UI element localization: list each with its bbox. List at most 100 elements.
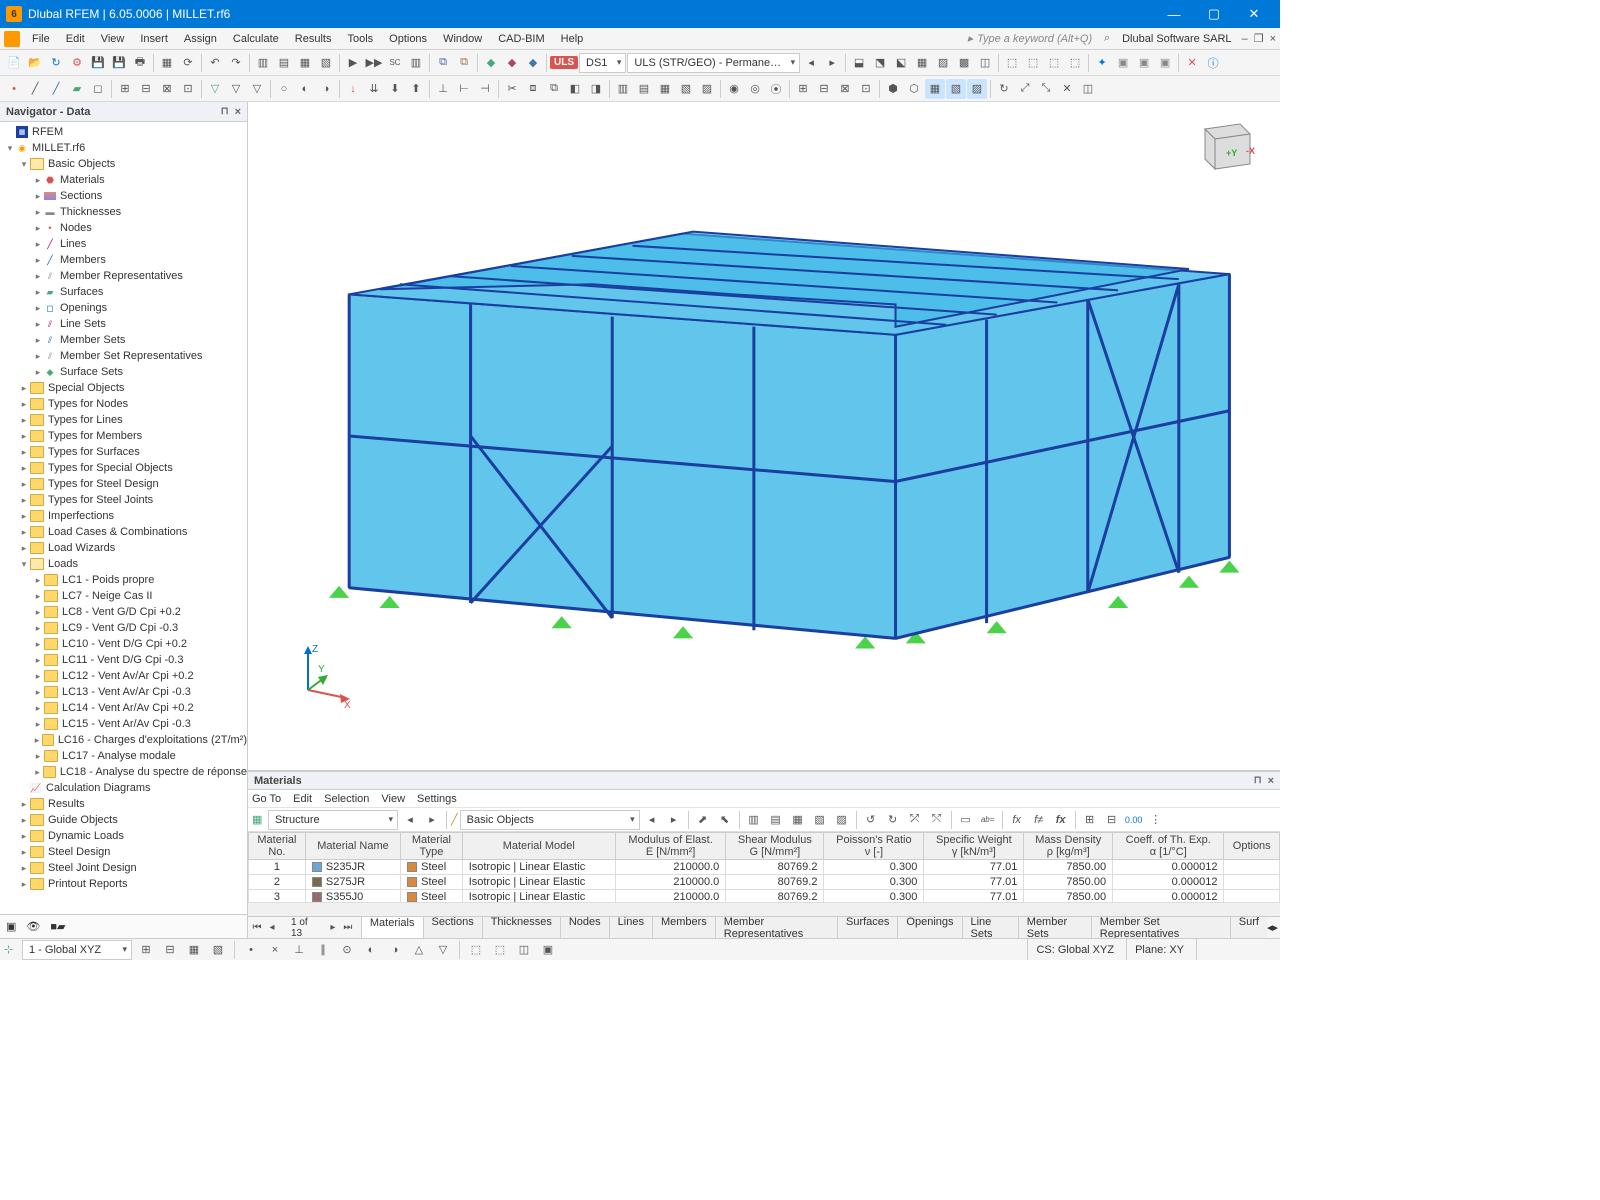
tb-undo[interactable]: ↶ bbox=[205, 53, 225, 73]
t2-grid-d[interactable]: ⊡ bbox=[856, 79, 876, 99]
tree-loads[interactable]: ▾Loads bbox=[0, 556, 247, 572]
tb-refresh[interactable]: ⟳ bbox=[178, 53, 198, 73]
close-button[interactable]: ✕ bbox=[1234, 0, 1274, 28]
menu-window[interactable]: Window bbox=[435, 31, 490, 47]
st-snap-9[interactable]: ▽ bbox=[433, 940, 453, 960]
tb-view-3[interactable]: ⬚ bbox=[1044, 53, 1064, 73]
tb-res-c[interactable]: ⬕ bbox=[891, 53, 911, 73]
mt-a[interactable]: ⬈ bbox=[693, 810, 713, 830]
tab-member-representatives[interactable]: Member Representatives bbox=[715, 916, 838, 938]
tb-panel-4[interactable]: ▧ bbox=[316, 53, 336, 73]
tree-basic-6[interactable]: ▸⫽Member Representatives bbox=[0, 268, 247, 284]
tree-basic-7[interactable]: ▸▰Surfaces bbox=[0, 284, 247, 300]
tree-lc-0[interactable]: ▸LC1 - Poids propre bbox=[0, 572, 247, 588]
tree-basic-0[interactable]: ▸⬣Materials bbox=[0, 172, 247, 188]
t2-hinge-2[interactable]: ◐ bbox=[295, 79, 315, 99]
st-e[interactable]: ⬚ bbox=[466, 940, 486, 960]
t2-vis-c[interactable]: ⦿ bbox=[766, 79, 786, 99]
col-header[interactable]: Options bbox=[1224, 833, 1280, 860]
t2-set-a[interactable]: ▥ bbox=[613, 79, 633, 99]
t2-grid-a[interactable]: ⊞ bbox=[793, 79, 813, 99]
mt-fx1[interactable]: fx bbox=[1007, 810, 1027, 830]
menu-results[interactable]: Results bbox=[287, 31, 340, 47]
tree-lc-12[interactable]: ▸LC18 - Analyse du spectre de réponse bbox=[0, 764, 247, 780]
tree-lc-2[interactable]: ▸LC8 - Vent G/D Cpi +0.2 bbox=[0, 604, 247, 620]
col-header[interactable]: MaterialType bbox=[401, 833, 463, 860]
tree-folder-0[interactable]: ▸Special Objects bbox=[0, 380, 247, 396]
cs-dropdown[interactable]: 1 - Global XYZ bbox=[22, 940, 132, 960]
tb-panel-1[interactable]: ▥ bbox=[253, 53, 273, 73]
tree-lc-5[interactable]: ▸LC11 - Vent D/G Cpi -0.3 bbox=[0, 652, 247, 668]
t2-a[interactable]: ⊞ bbox=[115, 79, 135, 99]
tb-recent[interactable]: ↻ bbox=[46, 53, 66, 73]
t2-grid-b[interactable]: ⊟ bbox=[814, 79, 834, 99]
mt-dec[interactable]: 0.00 bbox=[1124, 810, 1144, 830]
t2-y3[interactable]: ⤡ bbox=[1036, 79, 1056, 99]
t2-vis-a[interactable]: ◉ bbox=[724, 79, 744, 99]
tb-view-1[interactable]: ⬚ bbox=[1002, 53, 1022, 73]
mat-next[interactable]: ▸ bbox=[422, 810, 442, 830]
tb-view-2[interactable]: ⬚ bbox=[1023, 53, 1043, 73]
t2-set-c[interactable]: ▦ bbox=[655, 79, 675, 99]
t2-x4[interactable]: ▧ bbox=[946, 79, 966, 99]
tab-members[interactable]: Members bbox=[652, 916, 716, 938]
menu-file[interactable]: File bbox=[24, 31, 58, 47]
mat-menu-selection[interactable]: Selection bbox=[324, 793, 369, 805]
mt-ab[interactable]: ab= bbox=[978, 810, 998, 830]
t2-member[interactable]: ╱ bbox=[46, 79, 66, 99]
tree-lc-11[interactable]: ▸LC17 - Analyse modale bbox=[0, 748, 247, 764]
tb-member-des2[interactable]: ⧉ bbox=[454, 53, 474, 73]
mat-menu-edit[interactable]: Edit bbox=[293, 793, 312, 805]
tree-calc-diagrams[interactable]: 📈Calculation Diagrams bbox=[0, 780, 247, 796]
tree-lc-1[interactable]: ▸LC7 - Neige Cas II bbox=[0, 588, 247, 604]
t2-load-3[interactable]: ⬇ bbox=[385, 79, 405, 99]
t2-hinge-3[interactable]: ◑ bbox=[316, 79, 336, 99]
tree-basic-11[interactable]: ▸⫽Member Set Representatives bbox=[0, 348, 247, 364]
tree-tail-4[interactable]: ▸Steel Joint Design bbox=[0, 860, 247, 876]
maximize-button[interactable]: ▢ bbox=[1194, 0, 1234, 28]
tree-basic-12[interactable]: ▸◆Surface Sets bbox=[0, 364, 247, 380]
table-scrollbar[interactable] bbox=[248, 902, 1280, 916]
st-snap-1[interactable]: • bbox=[241, 940, 261, 960]
tb-lc-next[interactable]: ▸ bbox=[822, 53, 842, 73]
tree-folder-9[interactable]: ▸Load Cases & Combinations bbox=[0, 524, 247, 540]
tb-saveas[interactable]: 💾 bbox=[109, 53, 129, 73]
st-a[interactable]: ⊞ bbox=[136, 940, 156, 960]
tb-panel-3[interactable]: ▦ bbox=[295, 53, 315, 73]
t2-y4[interactable]: ✕ bbox=[1057, 79, 1077, 99]
tb-res-d[interactable]: ▦ bbox=[912, 53, 932, 73]
menu-insert[interactable]: Insert bbox=[132, 31, 176, 47]
t2-sup-1[interactable]: ▽ bbox=[205, 79, 225, 99]
tree-tail-3[interactable]: ▸Steel Design bbox=[0, 844, 247, 860]
t2-x3[interactable]: ▦ bbox=[925, 79, 945, 99]
t2-cs-3[interactable]: ⊣ bbox=[475, 79, 495, 99]
mt-fx3[interactable]: fx bbox=[1051, 810, 1071, 830]
tab-thicknesses[interactable]: Thicknesses bbox=[482, 916, 561, 938]
t2-hinge-1[interactable]: ○ bbox=[274, 79, 294, 99]
t2-set-e[interactable]: ▨ bbox=[697, 79, 717, 99]
col-header[interactable]: Material Name bbox=[305, 833, 400, 860]
t2-cs-2[interactable]: ⊢ bbox=[454, 79, 474, 99]
mt-import[interactable]: ⊟ bbox=[1102, 810, 1122, 830]
tb-3d-a[interactable]: ▣ bbox=[1113, 53, 1133, 73]
tab-surfaces[interactable]: Surfaces bbox=[837, 916, 898, 938]
nav-cube[interactable]: +Y -X bbox=[1190, 114, 1260, 174]
tab-next[interactable]: ▸ bbox=[326, 922, 340, 933]
st-c[interactable]: ▦ bbox=[184, 940, 204, 960]
t2-sup-3[interactable]: ▽ bbox=[247, 79, 267, 99]
tb-3d-c[interactable]: ▣ bbox=[1155, 53, 1175, 73]
console-icon[interactable]: ▣ bbox=[6, 920, 16, 933]
tb-panel-2[interactable]: ▤ bbox=[274, 53, 294, 73]
tb-3d-b[interactable]: ▣ bbox=[1134, 53, 1154, 73]
st-d[interactable]: ▧ bbox=[208, 940, 228, 960]
t2-tool-e[interactable]: ◨ bbox=[586, 79, 606, 99]
navigator-tree[interactable]: ▦RFEM▾◉MILLET.rf6▾Basic Objects▸⬣Materia… bbox=[0, 122, 247, 914]
tb-display-1[interactable]: ◆ bbox=[481, 53, 501, 73]
tree-basic-10[interactable]: ▸⫽Member Sets bbox=[0, 332, 247, 348]
bo-prev[interactable]: ◂ bbox=[642, 810, 662, 830]
mt-export[interactable]: ⊞ bbox=[1080, 810, 1100, 830]
tb-print[interactable]: 🖶 bbox=[130, 53, 150, 73]
col-header[interactable]: Specific Weightγ [kN/m³] bbox=[924, 833, 1024, 860]
t2-tool-b[interactable]: ⧈ bbox=[523, 79, 543, 99]
mt-f[interactable]: ▧ bbox=[810, 810, 830, 830]
